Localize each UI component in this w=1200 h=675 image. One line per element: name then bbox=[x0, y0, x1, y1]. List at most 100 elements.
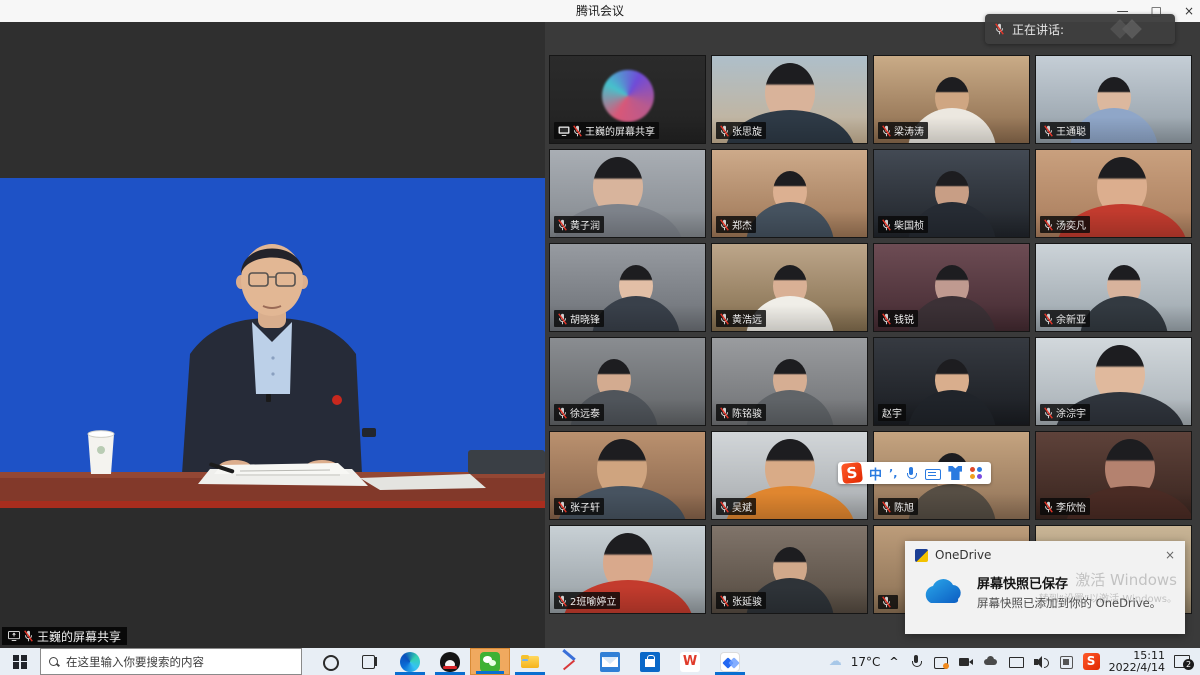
skin-icon[interactable] bbox=[948, 466, 962, 480]
tray-time: 15:11 bbox=[1109, 650, 1165, 662]
participant-name: 徐远泰 bbox=[570, 405, 600, 420]
participant-tile[interactable]: 张子轩 bbox=[549, 431, 706, 520]
close-button[interactable]: × bbox=[1184, 4, 1194, 18]
participant-name: 王巍的屏幕共享 bbox=[585, 123, 655, 138]
participant-name: 赵宇 bbox=[882, 405, 902, 420]
participant-name: 吴斌 bbox=[732, 499, 752, 514]
muted-mic-icon bbox=[882, 313, 891, 325]
muted-mic-icon bbox=[1044, 313, 1053, 325]
taskbar-app-mail-icon[interactable] bbox=[590, 648, 630, 675]
lapel-mic bbox=[266, 394, 271, 402]
participant-name: 张延骏 bbox=[732, 593, 762, 608]
participant-tile[interactable]: 赵宇 bbox=[873, 337, 1030, 426]
voice-input-icon[interactable] bbox=[904, 466, 918, 480]
participant-name-tag: 胡晓锋 bbox=[554, 310, 604, 327]
soft-keyboard-icon[interactable] bbox=[925, 469, 941, 480]
notification-badge: 2 bbox=[1183, 659, 1194, 670]
participant-name: 王通聪 bbox=[1056, 123, 1086, 138]
desk-object bbox=[468, 450, 545, 474]
screen-share-icon bbox=[558, 126, 570, 136]
taskbar-search-input[interactable]: 在这里输入你要搜索的内容 bbox=[40, 648, 302, 675]
muted-mic-icon bbox=[882, 125, 891, 137]
taskbar-app-wechat-icon[interactable] bbox=[470, 648, 510, 675]
weather-cloud-icon[interactable]: ☁ bbox=[829, 654, 842, 670]
participant-name: 2班喻婷立 bbox=[570, 593, 616, 608]
participant-tile[interactable]: 李欣怡 bbox=[1035, 431, 1192, 520]
muted-mic-icon bbox=[573, 125, 582, 137]
participant-tile[interactable]: 涂淙宇 bbox=[1035, 337, 1192, 426]
muted-mic-icon bbox=[882, 219, 891, 231]
participant-tile[interactable]: 余新亚 bbox=[1035, 243, 1192, 332]
muted-mic-icon bbox=[558, 407, 567, 419]
participant-name: 胡晓锋 bbox=[570, 311, 600, 326]
watch bbox=[362, 428, 376, 437]
taskbar-app-wps-icon[interactable]: W bbox=[670, 648, 710, 675]
participant-name: 黄浩远 bbox=[732, 311, 762, 326]
tencent-meeting-window: 腾讯会议 — □ × bbox=[0, 0, 1200, 675]
muted-mic-icon bbox=[720, 595, 729, 607]
taskbar-app-taskview-icon[interactable] bbox=[350, 648, 390, 675]
participant-tile[interactable]: 胡晓锋 bbox=[549, 243, 706, 332]
participant-name-tag: 郑杰 bbox=[716, 216, 756, 233]
participant-tile[interactable]: 汤奕凡 bbox=[1035, 149, 1192, 238]
onedrive-app-name: OneDrive bbox=[935, 548, 1165, 562]
screen-share-icon bbox=[8, 631, 20, 641]
participant-name-tag: 徐远泰 bbox=[554, 404, 604, 421]
participant-name-tag: 2班喻婷立 bbox=[554, 592, 620, 609]
onedrive-notification: OneDrive × 激活 Windows 转到“设置”以激活 Windows。… bbox=[905, 541, 1185, 634]
participant-tile[interactable]: 张延骏 bbox=[711, 525, 868, 614]
taskbar-app-cortana-icon[interactable] bbox=[310, 648, 350, 675]
participant-tile[interactable]: 徐远泰 bbox=[549, 337, 706, 426]
participant-tile[interactable]: 王巍的屏幕共享 bbox=[549, 55, 706, 144]
muted-mic-icon bbox=[720, 407, 729, 419]
chinese-mode-icon[interactable]: 中 bbox=[869, 464, 882, 483]
taskbar-app-qq-icon[interactable] bbox=[430, 648, 470, 675]
notification-center-icon[interactable]: 2 bbox=[1174, 654, 1194, 670]
participant-name: 张思旋 bbox=[732, 123, 762, 138]
speaking-label: 正在讲话: bbox=[1012, 21, 1064, 38]
tray-sogou-icon[interactable]: S bbox=[1083, 653, 1100, 670]
participant-tile[interactable]: 张思旋 bbox=[711, 55, 868, 144]
participant-tile[interactable]: 黄子润 bbox=[549, 149, 706, 238]
weather-temperature[interactable]: 17°C bbox=[851, 655, 881, 669]
muted-mic-icon bbox=[995, 23, 1004, 35]
tray-clock[interactable]: 15:11 2022/4/14 bbox=[1109, 650, 1165, 674]
participant-name-tag: 张子轩 bbox=[554, 498, 604, 515]
participant-tile[interactable]: 郑杰 bbox=[711, 149, 868, 238]
taskbar-app-store-icon[interactable] bbox=[630, 648, 670, 675]
tray-onedrive-icon[interactable] bbox=[983, 654, 999, 670]
participant-tile[interactable]: 黄浩远 bbox=[711, 243, 868, 332]
tray-mic-icon[interactable] bbox=[908, 654, 924, 670]
tray-snip-icon[interactable] bbox=[933, 654, 949, 670]
participant-name: 余新亚 bbox=[1056, 311, 1086, 326]
participant-name-tag: 黄浩远 bbox=[716, 310, 766, 327]
notification-close-icon[interactable]: × bbox=[1165, 548, 1175, 562]
punctuation-icon[interactable]: ’, bbox=[889, 467, 897, 480]
tray-display-icon[interactable] bbox=[1008, 654, 1024, 670]
tray-input-indicator-icon[interactable] bbox=[1058, 654, 1074, 670]
sogou-input-toolbar[interactable]: S 中 ’, bbox=[838, 462, 991, 484]
taskbar-app-meeting-icon[interactable] bbox=[710, 648, 750, 675]
participant-tile[interactable]: 柴国桢 bbox=[873, 149, 1030, 238]
participant-name-tag: 赵宇 bbox=[878, 404, 906, 421]
participant-name-tag: 张延骏 bbox=[716, 592, 766, 609]
tray-speaker-icon[interactable] bbox=[1033, 654, 1049, 670]
participant-name: 郑杰 bbox=[732, 217, 752, 232]
toolbox-icon[interactable] bbox=[969, 466, 983, 480]
sogou-logo-icon[interactable]: S bbox=[841, 462, 863, 484]
taskbar-app-scissors-icon[interactable] bbox=[550, 648, 590, 675]
participant-tile[interactable]: 梁涛涛 bbox=[873, 55, 1030, 144]
tray-overflow-chevron-icon[interactable]: ^ bbox=[889, 655, 898, 668]
participant-tile[interactable]: 陈铭骏 bbox=[711, 337, 868, 426]
tray-camera-icon[interactable] bbox=[958, 654, 974, 670]
taskbar-app-explorer-icon[interactable] bbox=[510, 648, 550, 675]
participant-tile[interactable]: 钱锐 bbox=[873, 243, 1030, 332]
participant-tile[interactable]: 2班喻婷立 bbox=[549, 525, 706, 614]
taskbar-app-edge-icon[interactable] bbox=[390, 648, 430, 675]
search-placeholder: 在这里输入你要搜索的内容 bbox=[66, 654, 204, 670]
participant-name: 涂淙宇 bbox=[1056, 405, 1086, 420]
participant-tile[interactable]: 王通聪 bbox=[1035, 55, 1192, 144]
participant-name-tag: 汤奕凡 bbox=[1040, 216, 1090, 233]
start-button[interactable] bbox=[0, 648, 40, 675]
muted-mic-icon bbox=[558, 313, 567, 325]
